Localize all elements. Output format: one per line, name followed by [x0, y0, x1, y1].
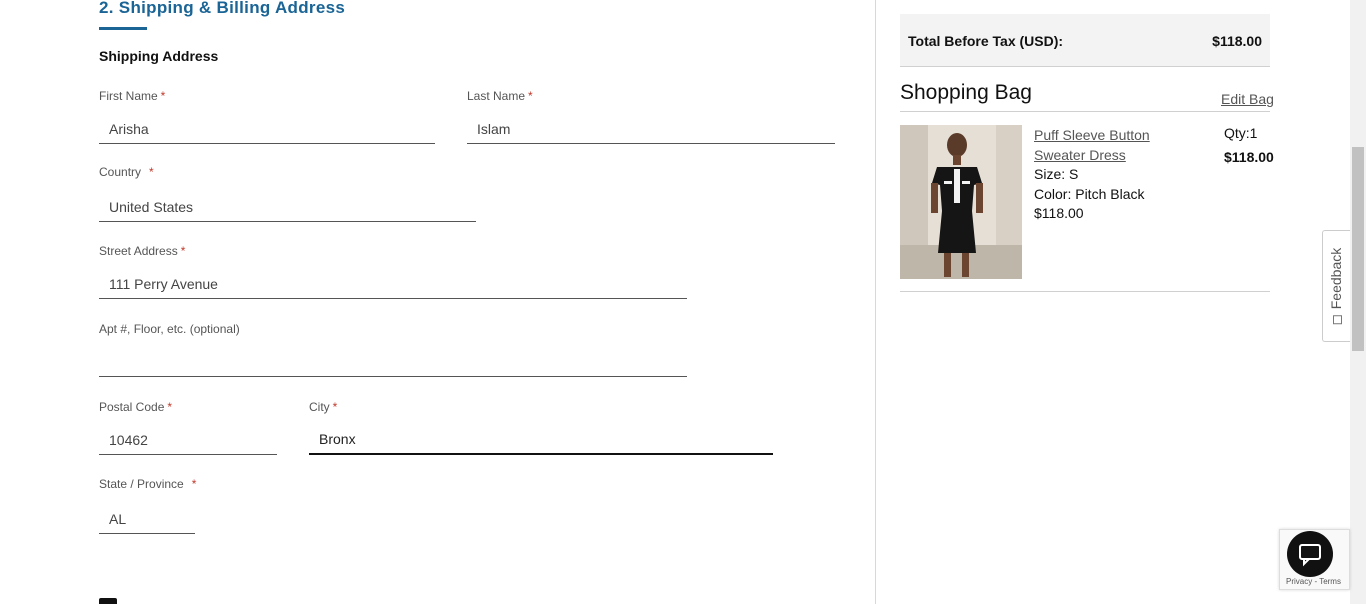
first-name-input[interactable]	[99, 114, 435, 144]
feedback-label: Feedback	[1328, 248, 1344, 325]
product-name-link[interactable]: Puff Sleeve Button Sweater Dress	[1034, 125, 1164, 165]
feedback-icon	[1332, 315, 1342, 325]
chat-icon	[1299, 544, 1321, 567]
postal-code-input[interactable]	[99, 425, 277, 455]
scrollbar-thumb[interactable]	[1352, 147, 1364, 351]
total-label: Total Before Tax (USD):	[908, 33, 1064, 49]
street-address-label: Street Address *	[99, 244, 186, 258]
shopping-bag-title: Shopping Bag	[900, 81, 1032, 104]
shipping-address-heading: Shipping Address	[99, 48, 219, 64]
last-name-input[interactable]	[467, 114, 835, 144]
first-name-label: First Name *	[99, 89, 166, 103]
bag-divider	[900, 111, 1270, 112]
chat-button[interactable]	[1287, 531, 1333, 577]
country-label: Country *	[99, 165, 154, 179]
state-select[interactable]	[99, 504, 195, 534]
state-label: State / Province *	[99, 477, 197, 491]
total-value: $118.00	[1212, 33, 1262, 49]
product-qty: Qty:1	[1224, 125, 1258, 141]
apt-label: Apt #, Floor, etc. (optional)	[99, 322, 240, 336]
edit-bag-link[interactable]: Edit Bag	[1221, 91, 1274, 107]
city-input[interactable]	[309, 425, 773, 455]
line-total: $118.00	[1224, 149, 1274, 165]
city-label: City *	[309, 400, 338, 414]
section-title: 2. Shipping & Billing Address	[99, 0, 346, 17]
recaptcha-terms[interactable]: Privacy - Terms	[1286, 577, 1341, 586]
product-color: Color: Pitch Black	[1034, 186, 1145, 202]
postal-code-label: Postal Code *	[99, 400, 173, 414]
apt-input[interactable]	[99, 347, 687, 377]
product-price: $118.00	[1034, 205, 1084, 221]
product-image[interactable]	[900, 125, 1022, 279]
section-underline	[99, 27, 147, 30]
bag-bottom-divider	[900, 291, 1270, 292]
column-divider	[875, 0, 876, 604]
total-before-tax-bar: Total Before Tax (USD): $118.00	[900, 14, 1270, 67]
billing-checkbox[interactable]	[99, 598, 117, 604]
last-name-label: Last Name *	[467, 89, 533, 103]
product-size: Size: S	[1034, 166, 1079, 182]
country-select[interactable]	[99, 192, 476, 222]
street-address-input[interactable]	[99, 269, 687, 299]
